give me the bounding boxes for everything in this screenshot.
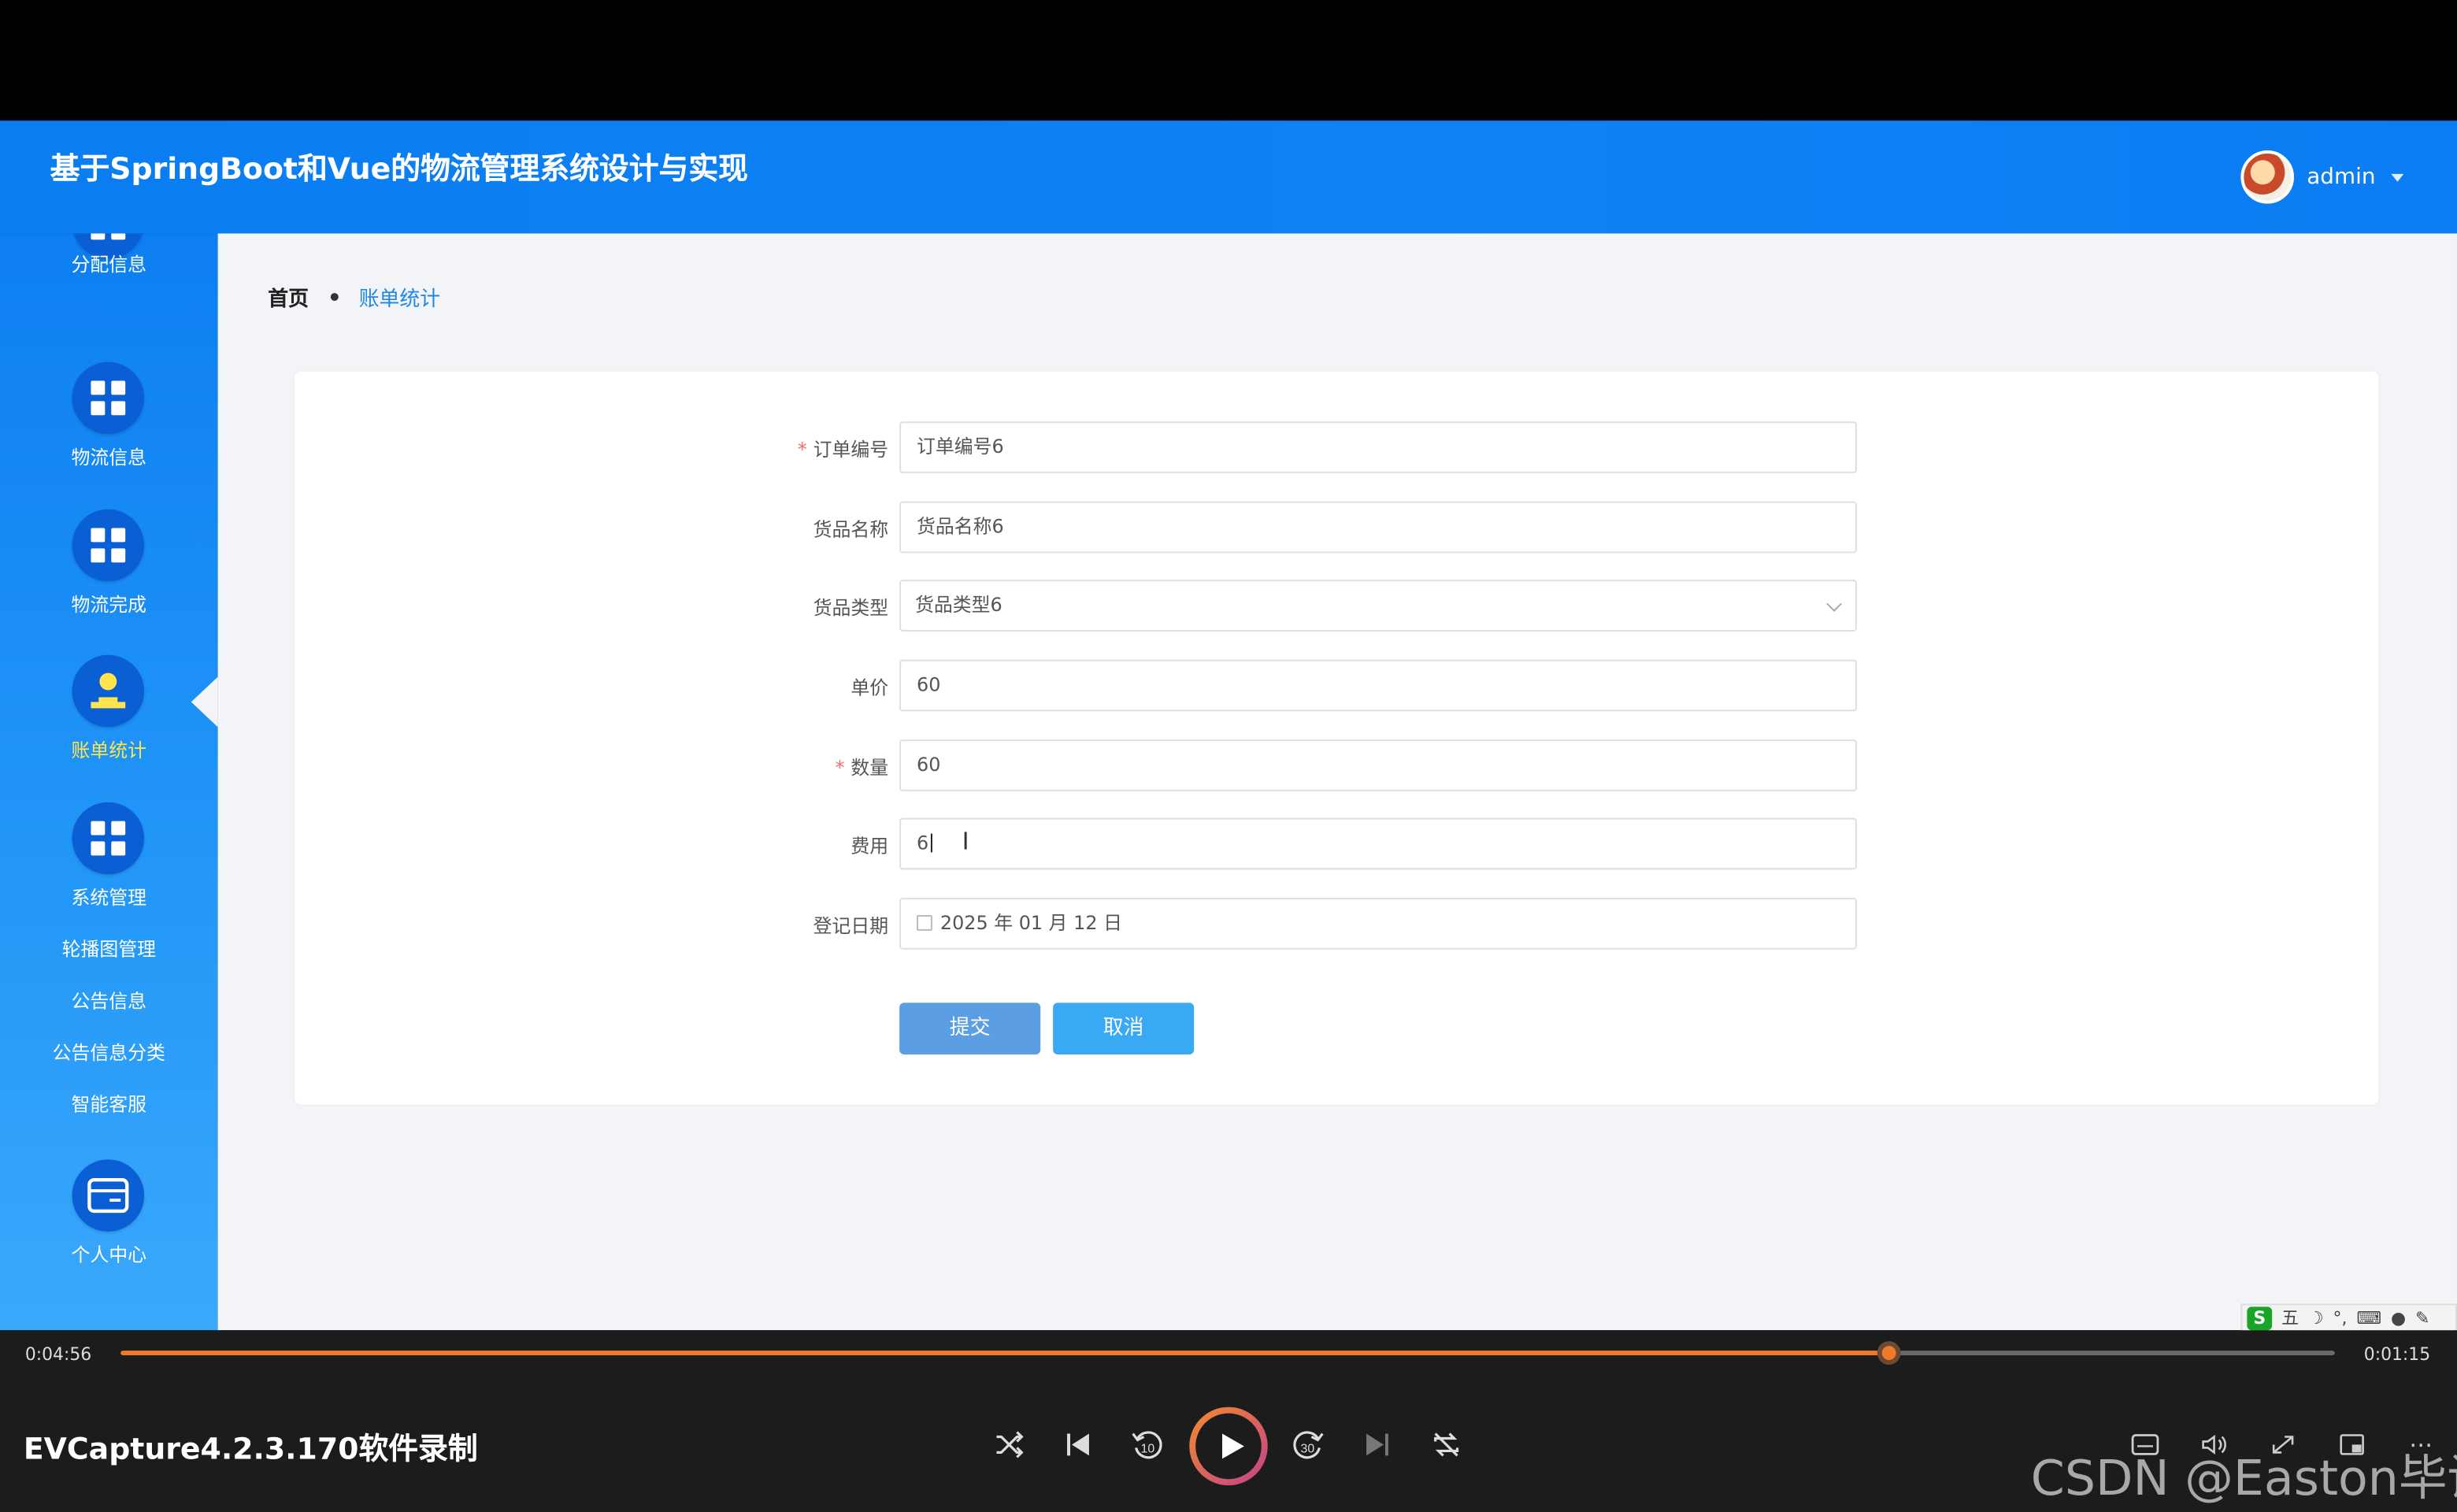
sidebar-item-label: 系统管理 (71, 887, 147, 909)
form-card: * 订单编号 订单编号6 货品名称 货品名称6 货品类型 货品类型6 单价 60 … (295, 371, 2379, 1105)
quantity-label: * 数量 (835, 756, 889, 779)
app-title: 基于SpringBoot和Vue的物流管理系统设计与实现 (50, 151, 748, 187)
card-icon (72, 1159, 145, 1232)
sidebar-item-logistics-done[interactable]: 物流完成 (0, 509, 218, 635)
sidebar-item-system[interactable]: 系统管理 (0, 802, 218, 928)
sidebar-subitem-chatbot[interactable]: 智能客服 (0, 1091, 218, 1117)
form-row-reg-date: 登记日期 2025 年 01 月 12 日 (295, 898, 2378, 950)
username[interactable]: admin (2307, 165, 2375, 190)
breadcrumb-separator (330, 293, 339, 302)
calendar-icon (917, 914, 932, 931)
breadcrumb-home[interactable]: 首页 (268, 282, 309, 312)
avatar[interactable] (2240, 150, 2295, 204)
sidebar-item-label: 物流信息 (71, 447, 147, 469)
goods-type-label: 货品类型 (813, 597, 889, 619)
sidebar-item-billing[interactable]: 账单统计 (0, 654, 218, 780)
sidebar-item-label: 账单统计 (71, 739, 147, 762)
remaining-time: 0:01:15 (2363, 1344, 2431, 1365)
reg-date-value: 2025 年 01 月 12 日 (939, 911, 1123, 934)
svg-text:10: 10 (1141, 1442, 1155, 1455)
reg-date-label: 登记日期 (813, 914, 889, 937)
goods-type-value: 货品类型6 (915, 594, 1002, 616)
sidebar-subitem-notice[interactable]: 公告信息 (0, 987, 218, 1014)
fee-label: 费用 (850, 835, 889, 858)
user-menu[interactable]: admin (2240, 150, 2404, 204)
moon-icon[interactable]: ☽ (2308, 1307, 2324, 1328)
sidebar-item-logistics-info[interactable]: 物流信息 (0, 361, 218, 487)
form-row-unit-price: 单价 60 (295, 659, 2378, 712)
form-row-fee: 费用 6 (295, 817, 2378, 870)
forward-30-icon[interactable]: 30 (1290, 1426, 1328, 1464)
order-no-field[interactable]: 订单编号6 (899, 421, 1857, 473)
chevron-down-icon (1826, 596, 1842, 612)
user-icon[interactable]: ● (2391, 1307, 2406, 1328)
progress-fill (120, 1351, 1889, 1356)
grid-icon (72, 361, 145, 435)
play-icon (1222, 1433, 1244, 1459)
fee-value: 6 (917, 832, 929, 854)
rewind-10-icon[interactable]: 10 (1128, 1426, 1166, 1464)
breadcrumb: 首页 账单统计 (268, 282, 440, 312)
goods-name-field[interactable]: 货品名称6 (899, 501, 1857, 554)
submit-button[interactable]: 提交 (899, 1002, 1041, 1055)
sidebar-item-profile[interactable]: 个人中心 (0, 1159, 218, 1284)
ime-logo-icon[interactable]: S (2247, 1306, 2273, 1330)
next-icon[interactable] (1358, 1426, 1396, 1464)
sidebar-subitem-notice-category[interactable]: 公告信息分类 (0, 1039, 218, 1065)
sidebar-subitem-carousel[interactable]: 轮播图管理 (0, 936, 218, 962)
sidebar-item-allocation[interactable]: 分配信息 (0, 233, 218, 311)
elapsed-time: 0:04:56 (24, 1344, 92, 1365)
grid-icon (72, 802, 145, 875)
form-row-goods-type: 货品类型 货品类型6 (295, 580, 2378, 632)
form-row-goods-name: 货品名称 货品名称6 (295, 501, 2378, 554)
order-no-label: * 订单编号 (797, 439, 889, 461)
ime-mode[interactable]: 五 (2281, 1305, 2299, 1330)
active-indicator (191, 676, 218, 728)
keyboard-icon[interactable]: ⌨ (2356, 1307, 2381, 1328)
sidebar-item-label: 物流完成 (71, 594, 147, 616)
main-content: 首页 账单统计 * 订单编号 订单编号6 货品名称 货品名称6 货品类型 货品类型… (217, 233, 2457, 1331)
unit-price-field[interactable]: 60 (899, 659, 1857, 712)
sidebar-item-label: 个人中心 (71, 1243, 147, 1266)
sidebar: 分配信息 物流信息 物流完成 账单统计 系统管理 轮播图管理 公告信息 公告信息… (0, 233, 218, 1331)
recorder-label: EVCapture4.2.3.170软件录制 (23, 1432, 478, 1467)
player-bar: 0:04:56 0:01:15 EVCapture4.2.3.170软件录制 1… (0, 1330, 2457, 1512)
text-caret (930, 833, 932, 853)
play-button[interactable] (1189, 1406, 1268, 1486)
reg-date-picker[interactable]: 2025 年 01 月 12 日 (899, 898, 1857, 950)
progress-handle[interactable] (1877, 1341, 1902, 1365)
svg-text:30: 30 (1301, 1442, 1315, 1455)
ibeam-cursor-icon: I (962, 827, 969, 856)
quantity-field[interactable]: 60 (899, 739, 1857, 791)
shuffle-icon[interactable] (991, 1426, 1028, 1464)
ime-toolbar[interactable]: S 五 ☽ °, ⌨ ● ✎ (2240, 1303, 2457, 1332)
unit-price-label: 单价 (850, 676, 889, 699)
repeat-off-icon[interactable] (1428, 1426, 1466, 1464)
app-header: 基于SpringBoot和Vue的物流管理系统设计与实现 admin (0, 120, 2457, 234)
watermark: CSDN @Easton毕设 (2030, 1451, 2457, 1508)
breadcrumb-current: 账单统计 (358, 288, 441, 312)
progress-bar[interactable] (120, 1341, 2335, 1365)
form-row-order-no: * 订单编号 订单编号6 (295, 421, 2378, 473)
goods-name-label: 货品名称 (813, 518, 889, 541)
goods-type-select[interactable]: 货品类型6 (899, 580, 1857, 632)
grid-icon (72, 509, 145, 582)
caret-down-icon[interactable] (2391, 172, 2404, 181)
wrench-icon[interactable]: ✎ (2415, 1307, 2429, 1328)
form-row-quantity: * 数量 60 (295, 739, 2378, 791)
user-stamp-icon (72, 654, 145, 728)
previous-icon[interactable] (1059, 1426, 1097, 1464)
fee-field[interactable]: 6 (899, 817, 1857, 870)
punctuation-icon[interactable]: °, (2333, 1307, 2348, 1328)
sidebar-item-label: 分配信息 (71, 254, 147, 276)
cancel-button[interactable]: 取消 (1053, 1002, 1195, 1055)
